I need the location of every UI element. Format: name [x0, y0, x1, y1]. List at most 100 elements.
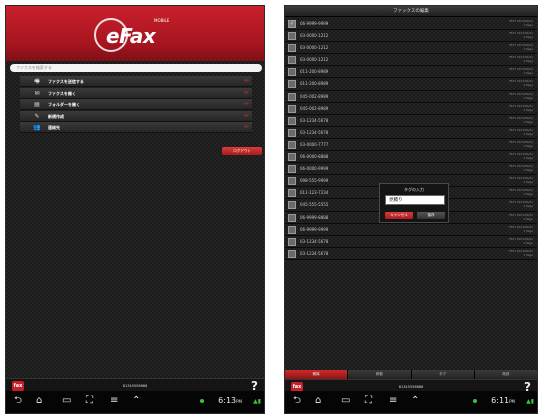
clock: 6:13PM	[218, 396, 242, 405]
list-item[interactable]: 03-0000-1212 TEXT 2013/04/01 1 Page	[285, 54, 537, 67]
search-input[interactable]: ファクスを検索する	[10, 64, 262, 72]
fax-meta-cell: TEXT 2013/04/01 1 Page	[509, 188, 533, 196]
pen-icon: ✎	[34, 112, 40, 120]
row-checkbox[interactable]	[288, 128, 296, 137]
fax-send-icon: 🖷	[34, 78, 40, 85]
tab-tag[interactable]: タグ	[411, 370, 474, 379]
cancel-button[interactable]: キャンセル	[385, 212, 413, 219]
recent-apps-icon[interactable]: ▭	[62, 395, 71, 407]
tag-input-dialog: タグの入力 見積り キャンセル 保存	[379, 183, 449, 223]
chevron-right-icon: »»	[243, 89, 249, 96]
list-item[interactable]: 03-1234-5678 TEXT 2013/04/01 1 Page	[285, 236, 537, 248]
list-item[interactable]: 06-9999-9999 TEXT 2013/04/01 1 Page	[285, 224, 537, 236]
screenshot-icon[interactable]: ⛶	[365, 395, 372, 407]
fax-number-cell: 03-0000-1212	[300, 33, 329, 39]
fax-meta-cell: TEXT 2013/04/01 1 Page	[509, 176, 533, 184]
back-icon[interactable]: ⮌	[293, 395, 301, 407]
menu-icon[interactable]: ≡	[110, 395, 118, 407]
list-item[interactable]: 06-0000-8888 TEXT 2013/04/01 1 Page	[285, 151, 537, 164]
row-checkbox[interactable]	[288, 213, 296, 222]
tab-read[interactable]: 既読	[474, 370, 537, 379]
row-checkbox[interactable]	[288, 225, 296, 234]
list-item[interactable]: 03-0000-1212 TEXT 2013/04/01 1 Page	[285, 42, 537, 55]
fax-pages: 1 Page	[523, 59, 533, 64]
signal-icon: ▲▮	[253, 398, 261, 405]
recent-apps-icon[interactable]: ▭	[341, 395, 350, 407]
row-checkbox[interactable]	[288, 177, 296, 186]
row-checkbox[interactable]	[288, 249, 296, 258]
fax-number: 81345556666	[122, 384, 148, 388]
fax-pages: 1 Page	[523, 119, 533, 124]
chevron-right-icon: »»	[243, 78, 249, 84]
fax-pages: 1 Page	[523, 131, 533, 136]
fax-meta-cell: TEXT 2013/04/01 1 Page	[509, 237, 533, 245]
list-item[interactable]: 011-200-8989 TEXT 2013/04/01 1 Page	[285, 78, 537, 91]
row-checkbox[interactable]	[288, 56, 296, 65]
row-checkbox[interactable]	[288, 32, 296, 41]
main-menu: 🖷 ファクスを送信する »» ✉ ファクスを開く »» ▤ フォルダーを開く »…	[20, 76, 252, 134]
list-item[interactable]: ✓ 06-9999-9999 TEXT 2013/04/01 1 Page	[285, 18, 537, 31]
clock-time: 6:11	[491, 396, 510, 405]
fax-number-cell: 06-0000-9999	[300, 166, 329, 172]
fax-meta-cell: TEXT 2013/04/01 1 Page	[509, 128, 533, 136]
row-checkbox[interactable]	[288, 201, 296, 210]
menu-item-open-fax[interactable]: ✉ ファクスを開く »»	[20, 87, 252, 99]
clock-ampm: PM	[509, 399, 515, 404]
fax-number-cell: 03-0000-7777	[300, 141, 329, 147]
back-icon[interactable]: ⮌	[14, 395, 22, 407]
row-checkbox[interactable]	[288, 92, 296, 101]
tab-delete[interactable]: 削除	[285, 370, 348, 379]
fax-meta-cell: TEXT 2013/04/01 1 Page	[509, 140, 533, 148]
page-title: ファックスの編集	[285, 6, 537, 17]
chevron-up-icon[interactable]: ⌃	[411, 395, 419, 407]
fax-pages: 1 Page	[523, 107, 533, 112]
row-checkbox[interactable]	[288, 140, 296, 149]
signal-icon: ▲▮	[526, 398, 534, 405]
row-checkbox[interactable]	[288, 237, 296, 246]
list-item[interactable]: 03-1234-5678 TEXT 2013/04/01 1 Page	[285, 127, 537, 139]
row-checkbox[interactable]	[288, 189, 296, 198]
chevron-right-icon: »»	[243, 101, 249, 107]
fax-number: 81345556666	[398, 385, 424, 389]
fax-number-cell: 03-0000-1212	[300, 45, 329, 51]
screenshot-icon[interactable]: ⛶	[86, 395, 93, 407]
fax-pages: 1 Page	[523, 168, 533, 173]
fax-list: ✓ 06-9999-9999 TEXT 2013/04/01 1 Page 03-000…	[285, 18, 537, 260]
row-checkbox[interactable]	[288, 44, 296, 53]
list-item[interactable]: 011-200-8989 TEXT 2013/04/01 1 Page	[285, 66, 537, 79]
row-checkbox[interactable]	[288, 153, 296, 162]
chevron-up-icon[interactable]: ⌃	[132, 395, 140, 407]
list-item[interactable]: 03-1234-5678 TEXT 2013/04/01 1 Page	[285, 115, 537, 127]
tag-input[interactable]: 見積り	[385, 195, 445, 205]
row-checkbox[interactable]	[288, 165, 296, 174]
fax-meta-cell: TEXT 2013/04/01 1 Page	[509, 164, 533, 172]
logout-button[interactable]: ログアウト	[222, 147, 262, 155]
save-button[interactable]: 保存	[417, 212, 445, 219]
menu-item-new[interactable]: ✎ 新規作成 »»	[20, 110, 252, 122]
row-checkbox[interactable]	[288, 104, 296, 113]
row-checkbox[interactable]	[288, 116, 296, 125]
home-icon[interactable]: ⌂	[315, 395, 321, 407]
menu-item-open-folder[interactable]: ▤ フォルダーを開く »»	[20, 99, 252, 110]
menu-item-send-fax[interactable]: 🖷 ファクスを送信する »»	[20, 76, 252, 87]
fax-pages: 1 Page	[523, 156, 533, 161]
home-icon[interactable]: ⌂	[36, 395, 42, 407]
fax-pages: 1 Page	[523, 204, 533, 209]
list-item[interactable]: 06-0000-9999 TEXT 2013/04/01 1 Page	[285, 163, 537, 176]
fax-number-cell: 03-1234-5678	[300, 238, 329, 244]
list-item[interactable]: 03-0000-7777 TEXT 2013/04/01 1 Page	[285, 139, 537, 152]
row-checkbox[interactable]: ✓	[288, 20, 296, 28]
list-item[interactable]: 045-002-8989 TEXT 2013/04/01 1 Page	[285, 91, 537, 103]
tab-move[interactable]: 移動	[348, 370, 411, 379]
menu-item-contacts[interactable]: 👥 連絡先 »»	[20, 122, 252, 133]
fax-pages: 1 Page	[523, 71, 533, 76]
fax-number-cell: 03-1234-5678	[300, 129, 329, 135]
menu-icon[interactable]: ≡	[389, 395, 397, 407]
row-checkbox[interactable]	[288, 68, 296, 77]
fax-pages: 1 Page	[523, 95, 533, 100]
row-checkbox[interactable]	[288, 80, 296, 89]
list-item[interactable]: 03-0000-1212 TEXT 2013/04/01 1 Page	[285, 30, 537, 43]
list-item[interactable]: 03-1234-5678 TEXT 2013/04/01 1 Page	[285, 248, 537, 260]
clock: 6:11PM	[491, 396, 515, 405]
list-item[interactable]: 045-002-8989 TEXT 2013/04/01 1 Page	[285, 103, 537, 115]
